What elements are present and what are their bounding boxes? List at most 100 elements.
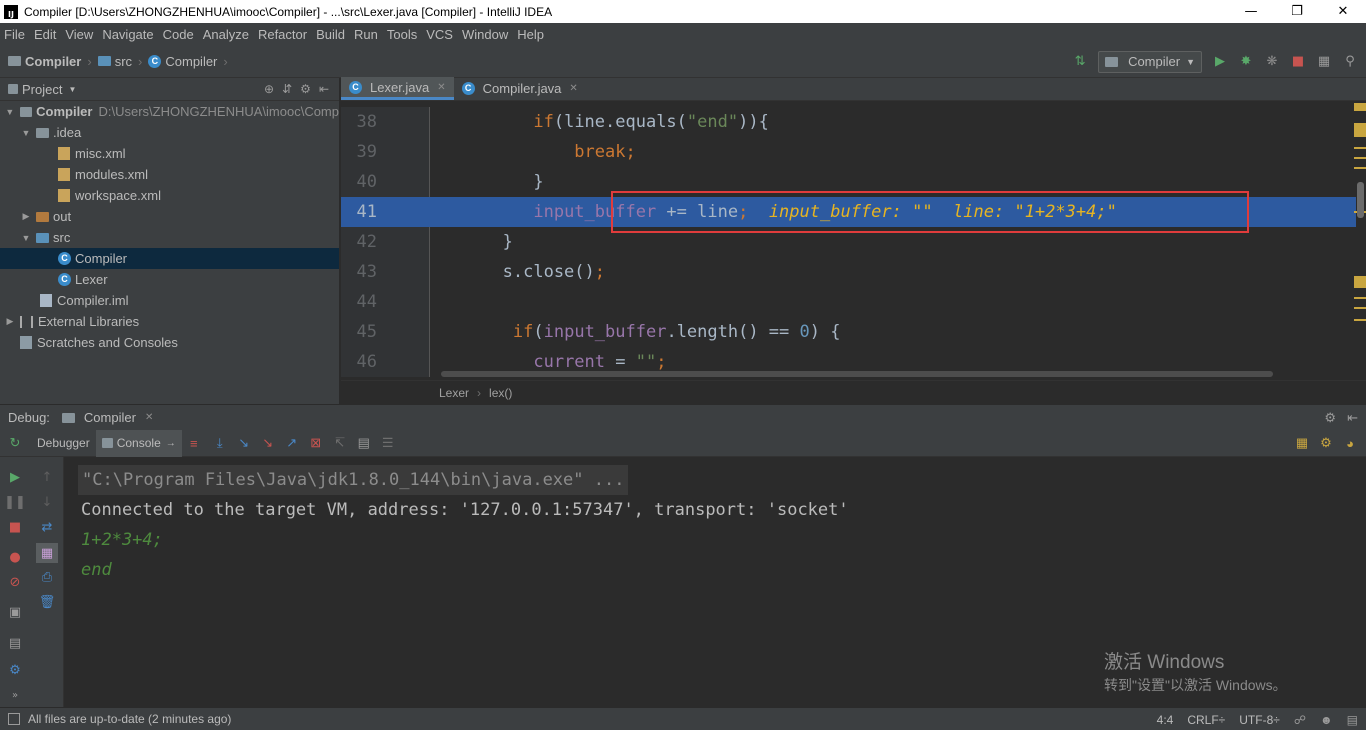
force-step-into-icon[interactable]: ↘ <box>260 435 276 451</box>
menu-tools[interactable]: Tools <box>387 27 417 42</box>
expand-arrow-icon[interactable]: ▼ <box>20 233 32 243</box>
debug-icon[interactable]: ✸ <box>1238 54 1254 70</box>
print-icon[interactable]: ⎙ <box>39 569 55 585</box>
caret-position[interactable]: 4:4 <box>1157 713 1174 727</box>
trace-icon[interactable]: ☰ <box>380 435 396 451</box>
tree-item-compiler-root[interactable]: ▼ Compiler D:\Users\ZHONGZHENHUA\imooc\C… <box>0 101 339 122</box>
step-out-icon[interactable]: ↗ <box>284 435 300 451</box>
code-line[interactable]: 38 if(line.equals("end")){ <box>341 107 1356 137</box>
scroll-to-end-icon[interactable]: ▦ <box>36 543 58 563</box>
breadcrumb-method[interactable]: lex() <box>489 386 512 400</box>
expand-arrow-icon[interactable]: ▼ <box>4 107 16 117</box>
file-encoding[interactable]: UTF-8÷ <box>1239 713 1280 727</box>
mute-breakpoints-icon[interactable]: ⊘ <box>7 574 23 590</box>
restore-layout-icon[interactable]: ▦ <box>1294 435 1310 451</box>
error-stripe[interactable] <box>1352 101 1366 377</box>
resume-icon[interactable]: ▶ <box>7 469 23 485</box>
restore-button[interactable]: ❐ <box>1274 0 1320 23</box>
tree-item-external-libraries[interactable]: ▶ External Libraries <box>0 311 339 332</box>
breadcrumb-class[interactable]: Lexer <box>439 386 469 400</box>
tree-item-idea[interactable]: ▼ .idea <box>0 122 339 143</box>
nav-crumb-project[interactable]: Compiler › <box>8 54 98 69</box>
menu-help[interactable]: Help <box>517 27 544 42</box>
pause-icon[interactable]: ❚❚ <box>4 494 26 510</box>
code-line[interactable]: 45 if(input_buffer.length() == 0) { <box>341 317 1356 347</box>
menu-code[interactable]: Code <box>163 27 194 42</box>
tab-debugger[interactable]: Debugger <box>31 430 96 457</box>
gear-icon[interactable]: ⚙ <box>7 662 23 678</box>
console-output[interactable]: "C:\Program Files\Java\jdk1.8.0_144\bin\… <box>64 457 1366 707</box>
drop-frame-icon[interactable]: ⊠ <box>308 435 324 451</box>
event-log-icon[interactable]: ▤ <box>1347 713 1358 727</box>
tab-console[interactable]: Console → <box>95 429 182 457</box>
tab-lexer-java[interactable]: C Lexer.java ✕ <box>341 77 454 100</box>
coverage-icon[interactable]: ◕ <box>1342 435 1358 451</box>
tree-item-src[interactable]: ▼ src <box>0 227 339 248</box>
tree-item-misc-xml[interactable]: misc.xml <box>0 143 339 164</box>
run-configuration-select[interactable]: Compiler ▼ <box>1098 50 1202 73</box>
menu-analyze[interactable]: Analyze <box>203 27 249 42</box>
tree-item-out[interactable]: ▶ out <box>0 206 339 227</box>
show-execution-point-icon[interactable]: ≡ <box>186 435 202 451</box>
target-icon[interactable]: ⊕ <box>264 82 274 96</box>
close-icon[interactable]: ✕ <box>569 83 577 94</box>
stop-icon[interactable]: ■ <box>1290 54 1306 70</box>
soft-wrap-icon[interactable]: ⇄ <box>39 519 55 535</box>
collapsed-arrow-icon[interactable]: ▶ <box>20 211 32 222</box>
code-area[interactable]: 38 if(line.equals("end")){ 39 break; 40 … <box>341 107 1366 377</box>
menu-navigate[interactable]: Navigate <box>102 27 153 42</box>
tree-item-modules-xml[interactable]: modules.xml <box>0 164 339 185</box>
code-line[interactable]: 43 s.close(); <box>341 257 1356 287</box>
rerun-icon[interactable]: ↻ <box>7 435 23 451</box>
hide-icon[interactable]: ⇤ <box>319 82 329 96</box>
tree-item-lexer-class[interactable]: C Lexer <box>0 269 339 290</box>
menu-view[interactable]: View <box>65 27 93 42</box>
status-toggle-icon[interactable] <box>8 713 20 725</box>
menu-build[interactable]: Build <box>316 27 345 42</box>
horizontal-scrollbar[interactable] <box>441 371 1273 377</box>
nav-crumb-class[interactable]: C Compiler › <box>148 54 233 69</box>
hide-icon[interactable]: ⇤ <box>1347 410 1358 426</box>
project-panel-header[interactable]: Project ▼ ⊕ ⇵ ⚙ ⇤ <box>0 78 339 101</box>
project-structure-icon[interactable]: ▦ <box>1316 54 1332 70</box>
tree-item-compiler-class[interactable]: C Compiler <box>0 248 339 269</box>
trash-icon[interactable]: 🗑 <box>39 594 56 610</box>
gear-icon[interactable]: ⚙ <box>1324 410 1336 426</box>
lock-icon[interactable]: ☍ <box>1294 713 1306 727</box>
menu-run[interactable]: Run <box>354 27 378 42</box>
minimize-button[interactable]: — <box>1228 0 1274 23</box>
settings-icon[interactable]: ⚙ <box>1318 435 1334 451</box>
inspector-icon[interactable]: ☻ <box>1320 713 1333 727</box>
step-into-icon[interactable]: ↘ <box>236 435 252 451</box>
stop-icon[interactable]: ■ <box>7 519 23 535</box>
tab-compiler-java[interactable]: C Compiler.java ✕ <box>454 77 586 100</box>
close-window-button[interactable]: ✕ <box>1320 0 1366 23</box>
close-icon[interactable]: ✕ <box>437 82 445 93</box>
menu-refactor[interactable]: Refactor <box>258 27 307 42</box>
search-icon[interactable]: ⚲ <box>1342 54 1358 70</box>
coverage-icon[interactable]: ❋ <box>1264 54 1280 70</box>
tree-item-compiler-iml[interactable]: Compiler.iml <box>0 290 339 311</box>
run-to-cursor-icon[interactable]: ↸ <box>332 435 348 451</box>
collapse-all-icon[interactable]: ⇵ <box>282 82 292 96</box>
menu-window[interactable]: Window <box>462 27 508 42</box>
nav-crumb-src[interactable]: src › <box>97 54 149 69</box>
tree-item-scratches[interactable]: Scratches and Consoles <box>0 332 339 353</box>
line-separator[interactable]: CRLF÷ <box>1187 713 1225 727</box>
menu-vcs[interactable]: VCS <box>426 27 453 42</box>
evaluate-expression-icon[interactable]: ▤ <box>356 435 372 451</box>
debug-session-tab[interactable]: Compiler ✕ <box>61 410 153 425</box>
collapsed-arrow-icon[interactable]: ▶ <box>4 316 16 327</box>
view-breakpoints-icon[interactable]: ● <box>7 549 23 565</box>
run-icon[interactable]: ▶ <box>1212 54 1228 70</box>
expand-arrow-icon[interactable]: ▼ <box>20 128 32 138</box>
step-over-icon[interactable]: ⤓ <box>212 435 228 451</box>
layout-icon[interactable]: ▤ <box>7 635 23 651</box>
code-line[interactable]: 44 <box>341 287 1356 317</box>
gear-icon[interactable]: ⚙ <box>300 82 311 96</box>
camera-icon[interactable]: ▣ <box>7 604 23 620</box>
build-icon[interactable]: ⇅ <box>1072 54 1088 70</box>
menu-edit[interactable]: Edit <box>34 27 56 42</box>
pin-icon[interactable]: → <box>166 438 176 449</box>
tree-item-workspace-xml[interactable]: workspace.xml <box>0 185 339 206</box>
